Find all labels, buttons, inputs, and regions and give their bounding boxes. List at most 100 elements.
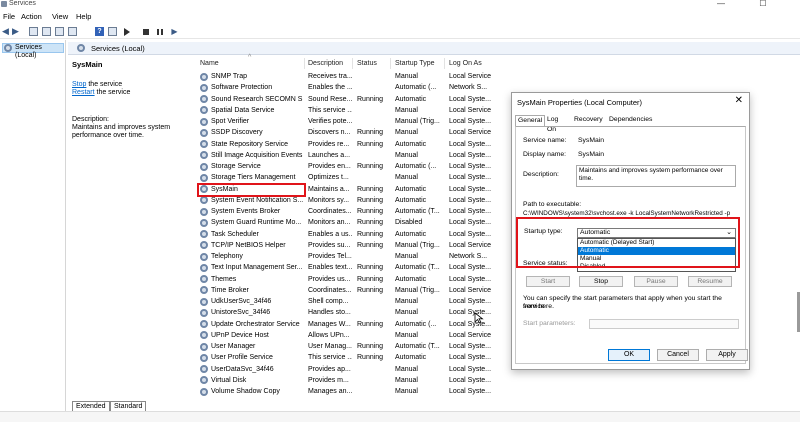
tree-services-local[interactable]: Services (Local) (2, 43, 64, 59)
cell-description: Provides en... (308, 163, 351, 170)
column-header-name[interactable]: Name (200, 60, 219, 67)
apply-button[interactable]: Apply (706, 349, 748, 361)
cell-log-on-as: Local Syste... (449, 208, 492, 215)
cell-log-on-as: Network S... (449, 84, 488, 92)
minimize-button[interactable]: — (706, 0, 736, 9)
cell-name: UserDataSvc_34f46 (211, 365, 274, 373)
column-header-startup-type[interactable]: Startup Type (395, 60, 435, 67)
tab-standard[interactable]: Standard (110, 401, 147, 411)
extended-description-pane: SysMain Stop the service Restart the ser… (72, 58, 192, 398)
stop-button[interactable]: Stop (579, 276, 623, 287)
table-row[interactable]: Virtual Disk Provides m... Manual Local Sys… (196, 375, 800, 386)
refresh-icon[interactable] (55, 27, 64, 36)
gear-icon (200, 353, 208, 362)
start-button[interactable]: Start (526, 276, 570, 287)
show-tree-icon[interactable] (29, 27, 38, 36)
cell-log-on-as: Local Service (449, 286, 492, 294)
cell-startup-type: Automatic (395, 140, 427, 148)
export-list-icon[interactable] (68, 27, 77, 36)
tab-recovery[interactable]: Recovery (572, 115, 605, 125)
cell-log-on-as: Local Syste... (449, 118, 492, 125)
properties-list-icon[interactable] (42, 27, 51, 36)
cell-log-on-as: Local Syste... (449, 174, 492, 182)
cell-startup-type: Manual (395, 106, 418, 114)
description-field[interactable]: Maintains and improves system performanc… (576, 165, 736, 187)
gear-icon (200, 297, 208, 306)
cell-log-on-as: Local Syste... (449, 219, 492, 227)
cell-status: Running (357, 95, 384, 103)
cell-description: Provides su... (308, 241, 351, 249)
start-service-icon[interactable] (124, 28, 130, 36)
cell-startup-type: Manual (395, 388, 418, 395)
ok-button[interactable]: OK (608, 349, 650, 361)
forward-arrow-icon[interactable]: ▶ (11, 27, 20, 36)
cell-log-on-as: Local Syste... (449, 163, 492, 170)
cell-description: Monitors sy... (308, 196, 350, 204)
cell-log-on-as: Local Syste... (449, 95, 492, 103)
column-header-log-on-as[interactable]: Log On As (449, 60, 482, 67)
maximize-button[interactable]: ☐ (748, 0, 778, 9)
mouse-cursor-icon (474, 312, 484, 324)
table-row[interactable]: Volume Shadow Copy Manages an... Manual Loc… (196, 386, 800, 397)
services-app-icon (1, 1, 7, 7)
gear-icon (200, 308, 208, 317)
stop-link-rest: the service (86, 81, 123, 88)
gear-icon (200, 241, 208, 250)
cell-status: Running (357, 230, 384, 238)
menu-view[interactable]: View (52, 12, 68, 21)
cell-name: Telephony (211, 253, 243, 260)
menu-help[interactable]: Help (76, 12, 91, 21)
header-title: Services (Local) (91, 44, 145, 53)
cell-description: Handles sto... (308, 309, 351, 317)
cell-log-on-as: Local Syste... (449, 275, 492, 283)
tab-dependencies[interactable]: Dependencies (607, 115, 654, 125)
menu-action[interactable]: Action (21, 12, 42, 21)
pause-button[interactable]: Pause (634, 276, 678, 287)
window-title: Services (9, 0, 36, 7)
status-bar (0, 411, 800, 422)
cell-name: Themes (211, 275, 237, 283)
cell-status: Running (357, 264, 384, 272)
cell-description: Sound Rese... (308, 95, 352, 103)
column-divider (390, 58, 391, 69)
cell-name: Time Broker (211, 286, 249, 294)
title-bar: Services — ☐ (0, 0, 800, 10)
gear-icon (77, 44, 85, 52)
restart-link-rest: the service (94, 89, 131, 96)
startup-type-highlight (516, 217, 740, 268)
cell-name: Virtual Disk (211, 376, 247, 384)
service-name-value: SysMain (578, 137, 605, 144)
gear-icon (200, 151, 208, 160)
cell-name: TCP/IP NetBIOS Helper (211, 241, 286, 249)
help-icon[interactable]: ? (95, 27, 104, 36)
show-action-pane-icon[interactable] (108, 27, 117, 36)
gear-icon (200, 320, 208, 328)
gear-icon (200, 173, 208, 182)
gear-icon (200, 252, 208, 261)
column-header-status[interactable]: Status (357, 60, 377, 67)
restart-service-icon[interactable]: ▶ (170, 27, 179, 36)
restart-service-link[interactable]: Restart (72, 89, 95, 96)
menu-file[interactable]: File (3, 12, 15, 21)
column-header-description[interactable]: Description (308, 60, 343, 67)
console-tree: Services (Local) (0, 40, 66, 422)
cell-name: SNMP Trap (211, 73, 248, 80)
cell-startup-type: Automatic (T... (395, 264, 440, 272)
pause-service-icon[interactable] (157, 29, 163, 35)
back-arrow-icon[interactable]: ◀ (1, 27, 10, 36)
cancel-button[interactable]: Cancel (657, 349, 699, 361)
cell-name: State Repository Service (211, 140, 289, 148)
stop-service-link[interactable]: Stop (72, 81, 86, 88)
dialog-close-button[interactable]: ✕ (735, 95, 743, 106)
tab-extended[interactable]: Extended (72, 401, 110, 411)
cell-description: Shell comp... (308, 298, 349, 305)
cell-status: Running (357, 129, 384, 137)
cell-status: Running (357, 196, 384, 204)
cell-startup-type: Manual (Trig... (395, 286, 440, 294)
path-value: C:\WINDOWS\system32\svchost.exe -k Local… (523, 210, 731, 217)
cell-startup-type: Manual (395, 253, 418, 260)
resume-button[interactable]: Resume (688, 276, 732, 287)
table-row[interactable]: SNMP Trap Receives tra... Manual Local Serv… (196, 71, 800, 82)
start-parameters-input[interactable] (589, 319, 739, 329)
stop-service-icon[interactable] (143, 29, 149, 35)
